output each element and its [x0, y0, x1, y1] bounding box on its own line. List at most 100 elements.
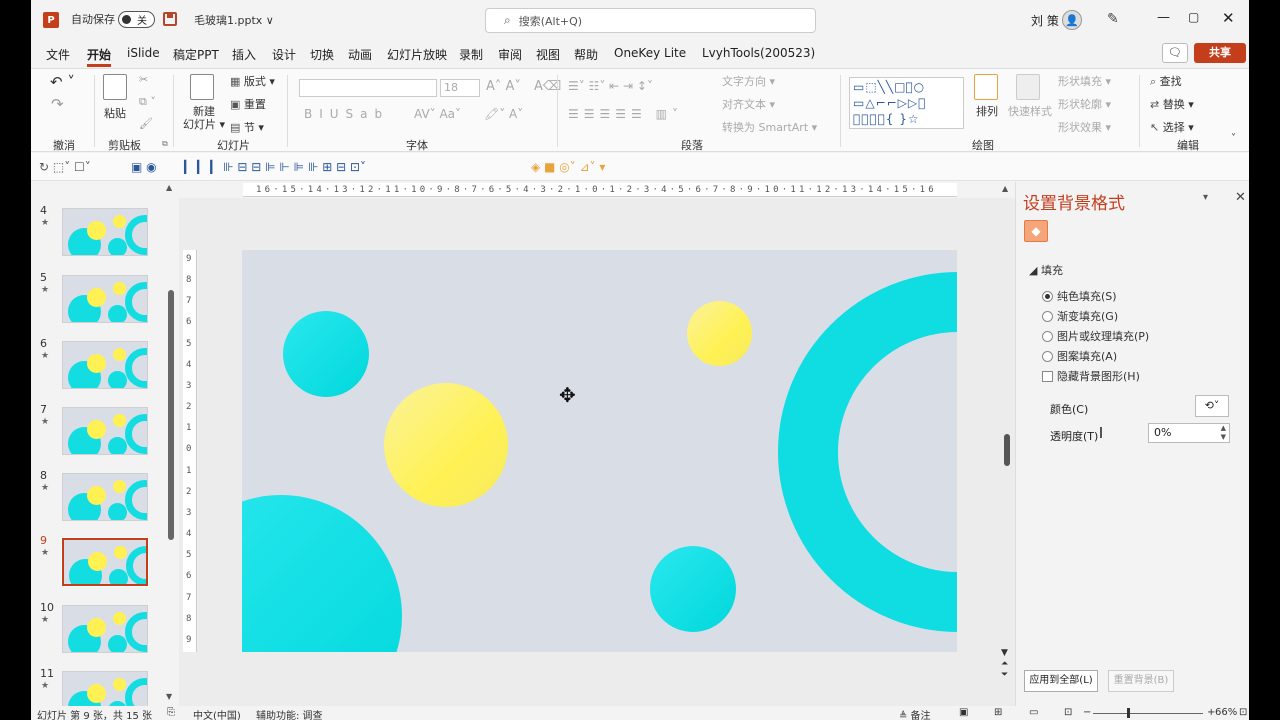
paste-label[interactable]: 粘贴: [104, 105, 126, 121]
comment-button[interactable]: 🗨: [1162, 43, 1188, 63]
fill-bucket-icon[interactable]: ◆: [1024, 220, 1048, 242]
ribbon-collapse-icon[interactable]: ˅: [1231, 133, 1236, 144]
scroll-down-icon[interactable]: ▼: [166, 692, 172, 701]
scroll-up-icon[interactable]: ▲: [166, 183, 172, 192]
slide-thumbnail-6[interactable]: [62, 341, 148, 389]
pattern-fill-option[interactable]: 图案填充(A): [1042, 348, 1117, 364]
cyan-circle-large[interactable]: [242, 495, 402, 652]
new-slide-label-2[interactable]: 幻灯片 ▾: [183, 116, 225, 132]
layout-button[interactable]: ▦ 版式 ▾: [230, 73, 275, 89]
shapes-gallery[interactable]: ▭⬚╲╲□⃝○ ▭△⌐⌐▷▷⌒ ⌒⌒⌒⌒{ }☆: [849, 77, 964, 129]
maximize-button[interactable]: ▢: [1188, 10, 1199, 24]
language-status[interactable]: 中文(中国): [193, 707, 241, 720]
fill-section-header[interactable]: ◢ 填充: [1029, 262, 1063, 278]
rotate-icon[interactable]: ↻ ⬚˅ ☐˅: [39, 160, 91, 174]
slide-thumbnail-8[interactable]: [62, 473, 148, 521]
transparency-input[interactable]: 0% ▲ ▼: [1148, 423, 1230, 443]
tab-gaoding[interactable]: 稿定PPT: [173, 46, 219, 63]
canvas-scrollbar[interactable]: [1004, 434, 1010, 466]
accessibility-status[interactable]: 辅助功能: 调查: [256, 707, 323, 720]
align-text-button[interactable]: 对齐文本 ▾: [722, 96, 775, 112]
spellcheck-icon[interactable]: ⎘: [167, 707, 175, 718]
shape-fill-button[interactable]: 形状填充 ▾: [1058, 73, 1111, 89]
avatar[interactable]: 👤: [1062, 10, 1082, 30]
slide-thumbnail-11[interactable]: [62, 671, 148, 706]
slide-nav-arrows[interactable]: ▼ ⏶ ⏷: [1001, 648, 1008, 681]
char-spacing-icon[interactable]: AV˅ Aa˅: [414, 107, 461, 121]
close-icon[interactable]: ✕: [1235, 190, 1246, 205]
shape-effects-button[interactable]: 形状效果 ▾: [1058, 119, 1111, 135]
find-button[interactable]: ⌕ 查找: [1150, 73, 1182, 89]
slideshow-icon[interactable]: ⊡: [1064, 707, 1072, 718]
yellow-circle-small[interactable]: [687, 301, 752, 366]
checkbox-hide-bg[interactable]: [1042, 370, 1053, 382]
slide-thumbnail-5[interactable]: [62, 275, 148, 323]
document-title[interactable]: 毛玻璃1.pptx ∨: [194, 12, 274, 28]
tab-view[interactable]: 视图: [536, 46, 560, 63]
tab-transitions[interactable]: 切换: [310, 46, 334, 63]
search-box[interactable]: ⌕ 搜索(Alt+Q): [485, 8, 816, 33]
reading-view-icon[interactable]: ▭: [1029, 707, 1038, 718]
yellow-circle-large[interactable]: [384, 383, 508, 507]
align-tools-icons[interactable]: ▎ ▎ ▎ ⊪ ⊟ ⊟ ⊫ ⊩ ⊫ ⊪ ⊞ ⊟ ⊡˅: [184, 160, 366, 174]
cyan-ring[interactable]: [778, 272, 957, 632]
tab-home[interactable]: 开始: [87, 46, 112, 67]
thumbnail-scrollbar[interactable]: [168, 290, 174, 540]
tab-help[interactable]: 帮助: [574, 46, 598, 63]
font-size-box[interactable]: 18: [440, 79, 480, 97]
solid-fill-option[interactable]: 纯色填充(S): [1042, 288, 1117, 304]
tab-design[interactable]: 设计: [272, 46, 296, 63]
shape-tools-icons[interactable]: ◈ ■ ◎˅ ⊿˅ ▾: [531, 160, 605, 174]
user-name[interactable]: 刘 策: [1031, 12, 1059, 29]
fit-slide-icon[interactable]: ⊡: [1239, 707, 1247, 718]
close-button[interactable]: ✕: [1222, 9, 1235, 27]
scroll-up-icon[interactable]: ▲: [1002, 184, 1008, 193]
smartart-button[interactable]: 转换为 SmartArt ▾: [722, 119, 817, 135]
increase-font-icon[interactable]: A˄ A˅: [486, 79, 521, 94]
slide-thumbnail-9[interactable]: [61, 537, 149, 587]
notes-button[interactable]: ≜ 备注: [899, 707, 931, 720]
font-style-buttons[interactable]: BIUSab: [304, 107, 389, 121]
zoom-slider[interactable]: [1093, 713, 1203, 714]
minimize-button[interactable]: —: [1157, 10, 1170, 25]
reset-background-button[interactable]: 重置背景(B): [1108, 670, 1174, 692]
new-slide-icon[interactable]: [190, 74, 214, 100]
text-direction-button[interactable]: 文字方向 ▾: [722, 73, 775, 89]
tab-record[interactable]: 录制: [459, 46, 483, 63]
replace-button[interactable]: ⇄ 替换 ▾: [1150, 96, 1194, 112]
highlight-icon[interactable]: 🖍˅ A˅: [484, 107, 523, 121]
reset-button[interactable]: ▣ 重置: [230, 96, 266, 112]
normal-view-icon[interactable]: ▣: [959, 707, 968, 718]
slide-thumbnail-7[interactable]: [62, 407, 148, 455]
radio-solid[interactable]: [1042, 290, 1053, 302]
shape-outline-button[interactable]: 形状轮廓 ▾: [1058, 96, 1111, 112]
transparency-slider[interactable]: [1100, 427, 1102, 438]
quick-styles-icon[interactable]: [1016, 74, 1040, 100]
share-button[interactable]: 共享: [1194, 43, 1246, 63]
cyan-circle-small[interactable]: [283, 311, 369, 397]
format-painter-icon[interactable]: 🖌: [139, 117, 153, 130]
radio-pattern[interactable]: [1042, 350, 1053, 362]
tab-islide[interactable]: iSlide: [127, 46, 160, 60]
spinner-icon[interactable]: ▲ ▼: [1221, 424, 1226, 442]
clipboard-launcher-icon[interactable]: ⧉: [162, 139, 168, 149]
arrange-icon[interactable]: [974, 74, 998, 100]
redo-icon[interactable]: ↷: [51, 95, 64, 113]
bullets-icon[interactable]: ☰˅ ☷˅ ⇤ ⇥ ↕˅: [568, 79, 653, 93]
select-button[interactable]: ↖ 选择 ▾: [1150, 119, 1194, 135]
cyan-circle-bottom[interactable]: [650, 546, 736, 632]
radio-picture[interactable]: [1042, 330, 1053, 342]
color-picker-button[interactable]: ⟲˅: [1195, 395, 1229, 417]
tab-slideshow[interactable]: 幻灯片放映: [387, 46, 447, 63]
radio-gradient[interactable]: [1042, 310, 1053, 322]
align-icons[interactable]: ☰☰☰☰☰ ▥˅: [568, 107, 683, 121]
undo-icon[interactable]: ↶ ˅: [50, 73, 75, 91]
slide-sorter-icon[interactable]: ⊞: [994, 707, 1002, 718]
gradient-fill-option[interactable]: 渐变填充(G): [1042, 308, 1118, 324]
copy-icon[interactable]: ⧉ ˅: [139, 95, 156, 109]
slide-9[interactable]: [242, 250, 957, 652]
slide-thumbnail-10[interactable]: [62, 605, 148, 653]
save-icon[interactable]: [163, 12, 177, 26]
paste-icon[interactable]: [103, 74, 127, 100]
section-button[interactable]: ▤ 节 ▾: [230, 119, 264, 135]
